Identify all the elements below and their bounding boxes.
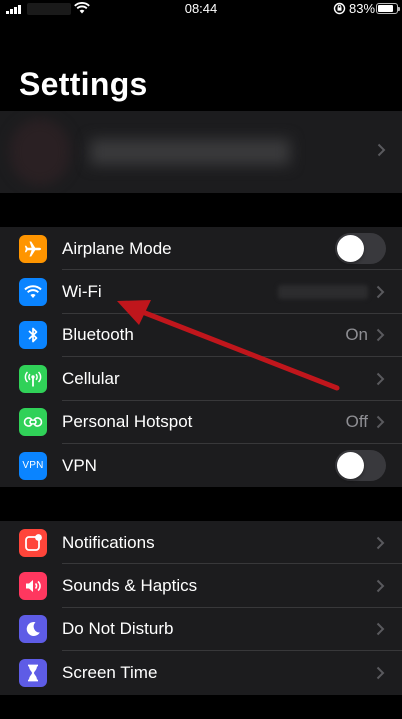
apple-id-profile-row[interactable] — [0, 111, 402, 193]
hotspot-icon — [19, 408, 47, 437]
vpn-icon: VPN — [19, 451, 47, 480]
chevron-right-icon — [376, 285, 385, 299]
settings-row-vpn[interactable]: VPN VPN — [0, 444, 402, 487]
toggle-knob — [337, 235, 364, 263]
toggle-knob — [337, 452, 364, 480]
settings-row-airplane-mode[interactable]: Airplane Mode — [0, 227, 402, 271]
personal-hotspot-label: Personal Hotspot — [62, 412, 193, 432]
speaker-icon — [19, 572, 47, 601]
bluetooth-icon — [19, 321, 47, 350]
chevron-right-icon — [376, 416, 385, 429]
wifi-network-name-redacted — [278, 285, 368, 300]
avatar — [10, 119, 70, 185]
chevron-right-icon — [376, 623, 385, 636]
profile-name-redacted — [90, 139, 290, 165]
notifications-label: Notifications — [62, 532, 155, 552]
notifications-settings-group: Notifications Sounds & Haptics Do Not Di… — [0, 521, 402, 695]
wifi-label: Wi-Fi — [62, 282, 102, 302]
chevron-right-icon — [376, 579, 385, 593]
cellular-label: Cellular — [62, 368, 120, 388]
status-bar: 08:44 83% — [0, 0, 402, 18]
chevron-right-icon — [376, 536, 385, 549]
vpn-toggle[interactable] — [335, 450, 386, 482]
settings-row-screen-time[interactable]: Screen Time — [0, 651, 402, 694]
connectivity-settings-group: Airplane Mode Wi-Fi Bluetooth On Cellula… — [0, 227, 402, 488]
chevron-right-icon — [376, 329, 385, 342]
vpn-icon-text: VPN — [22, 460, 44, 472]
battery-percentage: 83% — [349, 1, 376, 16]
settings-row-personal-hotspot[interactable]: Personal Hotspot Off — [0, 401, 402, 444]
chevron-right-icon — [377, 143, 386, 157]
airplane-icon — [19, 234, 47, 263]
sounds-haptics-label: Sounds & Haptics — [62, 576, 198, 596]
page-title: Settings — [19, 66, 148, 102]
airplane-mode-toggle[interactable] — [335, 233, 386, 265]
bluetooth-label: Bluetooth — [62, 325, 134, 345]
settings-row-cellular[interactable]: Cellular — [0, 357, 402, 401]
cellular-antenna-icon — [19, 364, 47, 393]
settings-row-bluetooth[interactable]: Bluetooth On — [0, 314, 402, 358]
bluetooth-status-value: On — [345, 325, 368, 345]
personal-hotspot-status-value: Off — [345, 412, 368, 432]
settings-row-sounds-haptics[interactable]: Sounds & Haptics — [0, 564, 402, 608]
hourglass-icon — [19, 658, 47, 687]
do-not-disturb-label: Do Not Disturb — [62, 619, 174, 639]
airplane-mode-label: Airplane Mode — [62, 238, 172, 258]
wifi-icon — [19, 278, 47, 307]
screen-time-label: Screen Time — [62, 662, 158, 682]
notifications-icon — [19, 528, 47, 557]
vpn-label: VPN — [62, 455, 97, 475]
battery-icon — [376, 3, 400, 14]
chevron-right-icon — [376, 666, 385, 680]
moon-icon — [19, 615, 47, 644]
settings-row-notifications[interactable]: Notifications — [0, 521, 402, 565]
chevron-right-icon — [376, 372, 385, 386]
rotation-lock-icon — [333, 2, 346, 15]
settings-row-do-not-disturb[interactable]: Do Not Disturb — [0, 608, 402, 652]
settings-row-wifi[interactable]: Wi-Fi — [0, 270, 402, 314]
